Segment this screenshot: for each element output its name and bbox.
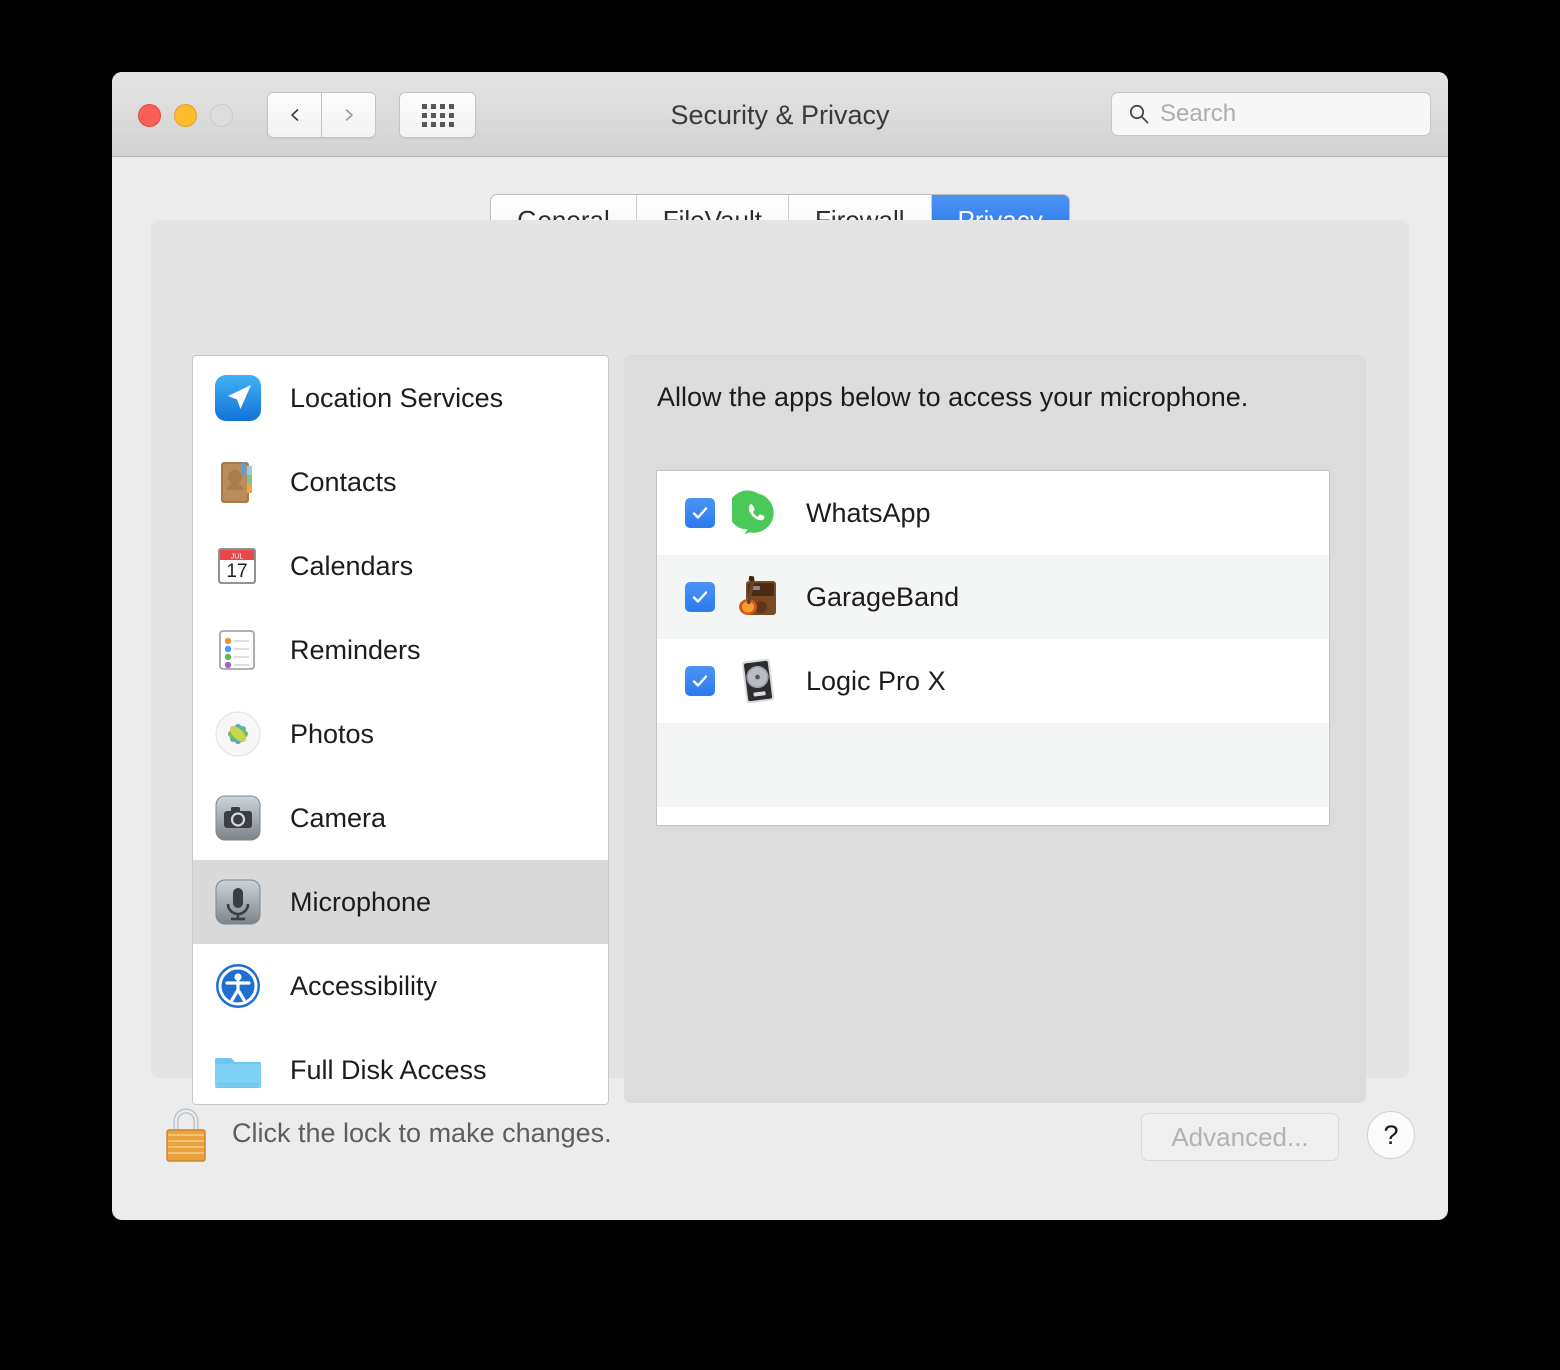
sidebar-item-microphone[interactable]: Microphone <box>193 860 608 944</box>
padlock-icon[interactable] <box>162 1104 210 1164</box>
app-name: Logic Pro X <box>806 665 946 696</box>
camera-icon <box>212 792 264 844</box>
photos-icon <box>212 708 264 760</box>
sidebar-item-label: Calendars <box>290 550 414 581</box>
app-checkbox[interactable] <box>685 498 715 528</box>
sidebar-item-photos[interactable]: Photos <box>193 692 608 776</box>
accessibility-icon <box>212 960 264 1012</box>
sidebar-item-label: Contacts <box>290 466 397 497</box>
sidebar-item-label: Camera <box>290 802 387 833</box>
contacts-icon <box>212 456 264 508</box>
svg-text:17: 17 <box>226 561 247 582</box>
window-bottom-bar: Click the lock to make changes. Advanced… <box>112 1078 1448 1220</box>
checkmark-icon <box>692 591 708 603</box>
checkmark-icon <box>692 507 708 519</box>
sidebar-item-contacts[interactable]: Contacts <box>193 440 608 524</box>
sidebar-item-label: Microphone <box>290 886 432 917</box>
sidebar-item-label: Accessibility <box>290 970 438 1001</box>
sidebar-item-label: Photos <box>290 718 375 749</box>
system-preferences-window: Security & Privacy Search General FileVa… <box>112 72 1448 1220</box>
calendars-icon: JUL 17 <box>212 540 264 592</box>
app-row-whatsapp[interactable]: WhatsApp <box>657 471 1329 555</box>
microphone-icon <box>212 876 264 928</box>
reminders-icon <box>212 624 264 676</box>
sidebar-item-label: Reminders <box>290 634 421 665</box>
window-titlebar: Security & Privacy Search <box>112 72 1448 157</box>
lock-hint-text: Click the lock to make changes. <box>232 1118 612 1148</box>
location-services-icon <box>212 372 264 424</box>
privacy-content-panel: Location Services Contacts JUL 17 Calend… <box>151 220 1409 1105</box>
svg-text:JUL: JUL <box>231 554 244 561</box>
logic-pro-x-icon <box>732 655 784 707</box>
app-name: GarageBand <box>806 581 960 612</box>
sidebar-item-label: Location Services <box>290 382 504 413</box>
app-row-logic-pro-x[interactable]: Logic Pro X <box>657 639 1329 723</box>
sidebar-item-accessibility[interactable]: Accessibility <box>193 944 608 1028</box>
sidebar-item-camera[interactable]: Camera <box>193 776 608 860</box>
sidebar-item-calendars[interactable]: JUL 17 Calendars <box>193 524 608 608</box>
microphone-permissions-pane: Allow the apps below to access your micr… <box>624 355 1366 1103</box>
search-icon <box>1129 104 1149 124</box>
sidebar-item-location-services[interactable]: Location Services <box>193 356 608 440</box>
app-row-empty <box>657 723 1329 807</box>
app-checkbox[interactable] <box>685 582 715 612</box>
help-button[interactable]: ? <box>1367 1111 1415 1159</box>
app-checkbox[interactable] <box>685 666 715 696</box>
search-input[interactable]: Search <box>1111 92 1431 136</box>
pane-description: Allow the apps below to access your micr… <box>657 382 1249 412</box>
whatsapp-icon <box>723 487 784 539</box>
app-row-empty <box>657 807 1329 825</box>
sidebar-item-reminders[interactable]: Reminders <box>193 608 608 692</box>
app-row-garageband[interactable]: GarageBand <box>657 555 1329 639</box>
checkmark-icon <box>692 675 708 687</box>
garageband-icon <box>732 571 784 623</box>
app-name: WhatsApp <box>806 497 931 528</box>
app-permission-list[interactable]: WhatsApp GarageBand Logic Pro X <box>656 470 1330 826</box>
search-placeholder: Search <box>1160 100 1237 127</box>
privacy-category-list[interactable]: Location Services Contacts JUL 17 Calend… <box>192 355 609 1105</box>
advanced-button[interactable]: Advanced... <box>1141 1113 1339 1161</box>
